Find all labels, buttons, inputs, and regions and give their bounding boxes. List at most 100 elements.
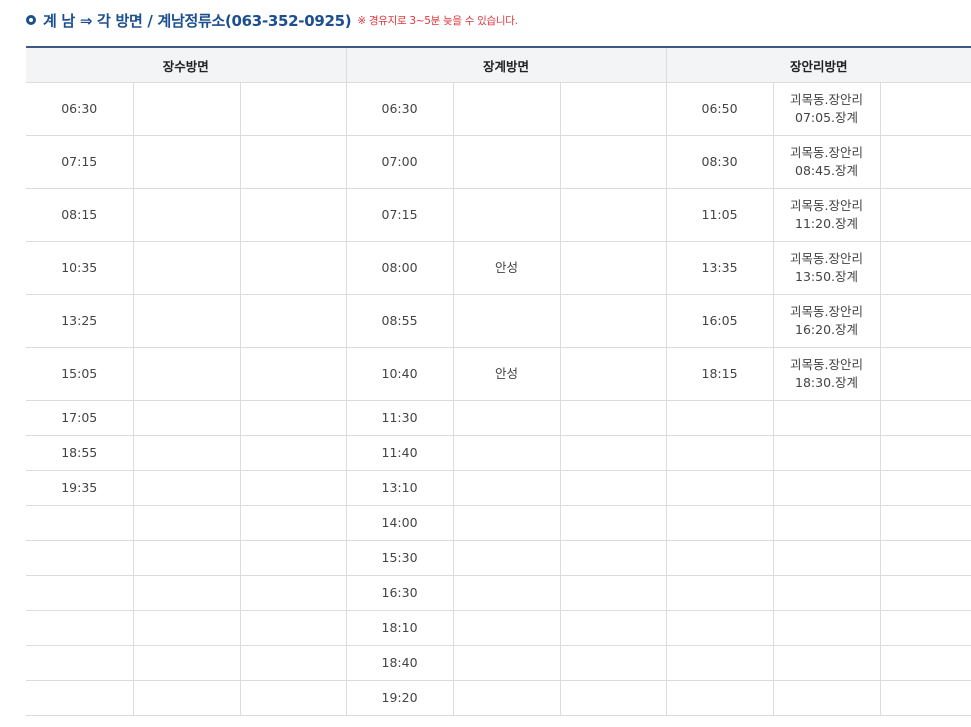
table-cell [772,540,881,576]
table-cell [665,680,774,716]
table-header-row: 장수방면 장계방면 장안리방면 [26,47,971,83]
table-cell [26,575,133,611]
table-cell [879,470,971,506]
table-row: 18:40 [26,645,971,681]
table-cell [26,505,133,541]
table-cell: 08:55 [345,294,454,348]
table-cell [132,505,240,541]
table-cell [239,610,347,646]
table-cell [239,645,347,681]
table-cell: 15:30 [345,540,454,576]
table-cell: 08:30 [665,135,774,189]
table-cell: 괴목동.장안리 11:20.장계 [772,188,881,242]
table-cell [132,188,240,242]
table-cell [452,400,561,436]
cell-line: 괴목동.장안리 [790,145,863,160]
table-cell [239,241,347,295]
table-cell: 16:30 [345,575,454,611]
cell-line: 괴목동.장안리 [790,198,863,213]
table-cell [879,294,971,348]
table-cell: 10:35 [26,241,133,295]
table-cell: 10:40 [345,347,454,401]
table-cell [239,188,347,242]
table-row: 19:20 [26,680,971,716]
table-cell: 19:35 [26,470,133,506]
table-cell: 11:05 [665,188,774,242]
table-cell [559,575,667,611]
table-cell [559,645,667,681]
table-cell [772,435,881,471]
table-cell [879,188,971,242]
table-row: 15:30 [26,540,971,576]
table-cell [559,505,667,541]
table-cell [879,680,971,716]
table-cell [665,540,774,576]
table-cell [879,82,971,136]
table-cell [132,435,240,471]
table-row: 18:10 [26,610,971,646]
bus-timetable: 장수방면 장계방면 장안리방면 06:30 06:30 06:50 괴목동.장안리 07… [26,46,971,716]
table-row: 08:15 07:15 11:05 괴목동.장안리 11:20.장계 [26,188,971,242]
cell-line: 08:45.장계 [795,163,859,178]
table-cell [132,241,240,295]
table-cell [559,540,667,576]
table-cell: 13:25 [26,294,133,348]
table-cell [26,540,133,576]
table-cell: 18:40 [345,645,454,681]
table-cell [132,645,240,681]
table-cell [452,645,561,681]
table-cell [879,540,971,576]
table-cell [452,680,561,716]
table-cell [879,505,971,541]
table-cell: 14:00 [345,505,454,541]
table-cell: 18:10 [345,610,454,646]
table-cell [559,135,667,189]
table-cell: 괴목동.장안리 16:20.장계 [772,294,881,348]
table-cell [132,135,240,189]
table-cell [452,575,561,611]
table-cell [772,575,881,611]
table-cell [132,294,240,348]
table-cell [559,241,667,295]
table-cell: 괴목동.장안리 18:30.장계 [772,347,881,401]
table-cell [665,400,774,436]
table-cell: 08:15 [26,188,133,242]
table-cell: 13:10 [345,470,454,506]
cell-line: 11:20.장계 [795,216,859,231]
table-row: 18:55 11:40 [26,435,971,471]
table-cell [452,435,561,471]
table-cell: 06:30 [345,82,454,136]
table-cell [665,505,774,541]
cell-line: 16:20.장계 [795,322,859,337]
table-cell [239,505,347,541]
table-row: 07:15 07:00 08:30 괴목동.장안리 08:45.장계 [26,135,971,189]
table-cell [559,400,667,436]
table-cell [239,135,347,189]
table-cell: 11:40 [345,435,454,471]
cell-line: 괴목동.장안리 [790,92,863,107]
table-cell [665,435,774,471]
table-cell: 16:05 [665,294,774,348]
cell-line: 괴목동.장안리 [790,357,863,372]
table-cell [239,82,347,136]
table-cell [559,82,667,136]
table-row: 17:05 11:30 [26,400,971,436]
cell-line: 07:05.장계 [795,110,859,125]
table-row: 14:00 [26,505,971,541]
table-cell [559,347,667,401]
table-cell [879,435,971,471]
table-cell [772,505,881,541]
table-cell [452,470,561,506]
table-cell: 11:30 [345,400,454,436]
table-cell: 07:15 [26,135,133,189]
cell-line: 18:30.장계 [795,375,859,390]
table-cell [879,645,971,681]
header-janggye: 장계방면 [345,47,667,83]
table-cell [239,294,347,348]
table-cell [132,470,240,506]
table-cell [26,680,133,716]
table-row: 15:05 10:40 안성 18:15 괴목동.장안리 18:30.장계 [26,347,971,401]
table-cell [452,294,561,348]
table-cell: 06:30 [26,82,133,136]
table-cell [452,610,561,646]
